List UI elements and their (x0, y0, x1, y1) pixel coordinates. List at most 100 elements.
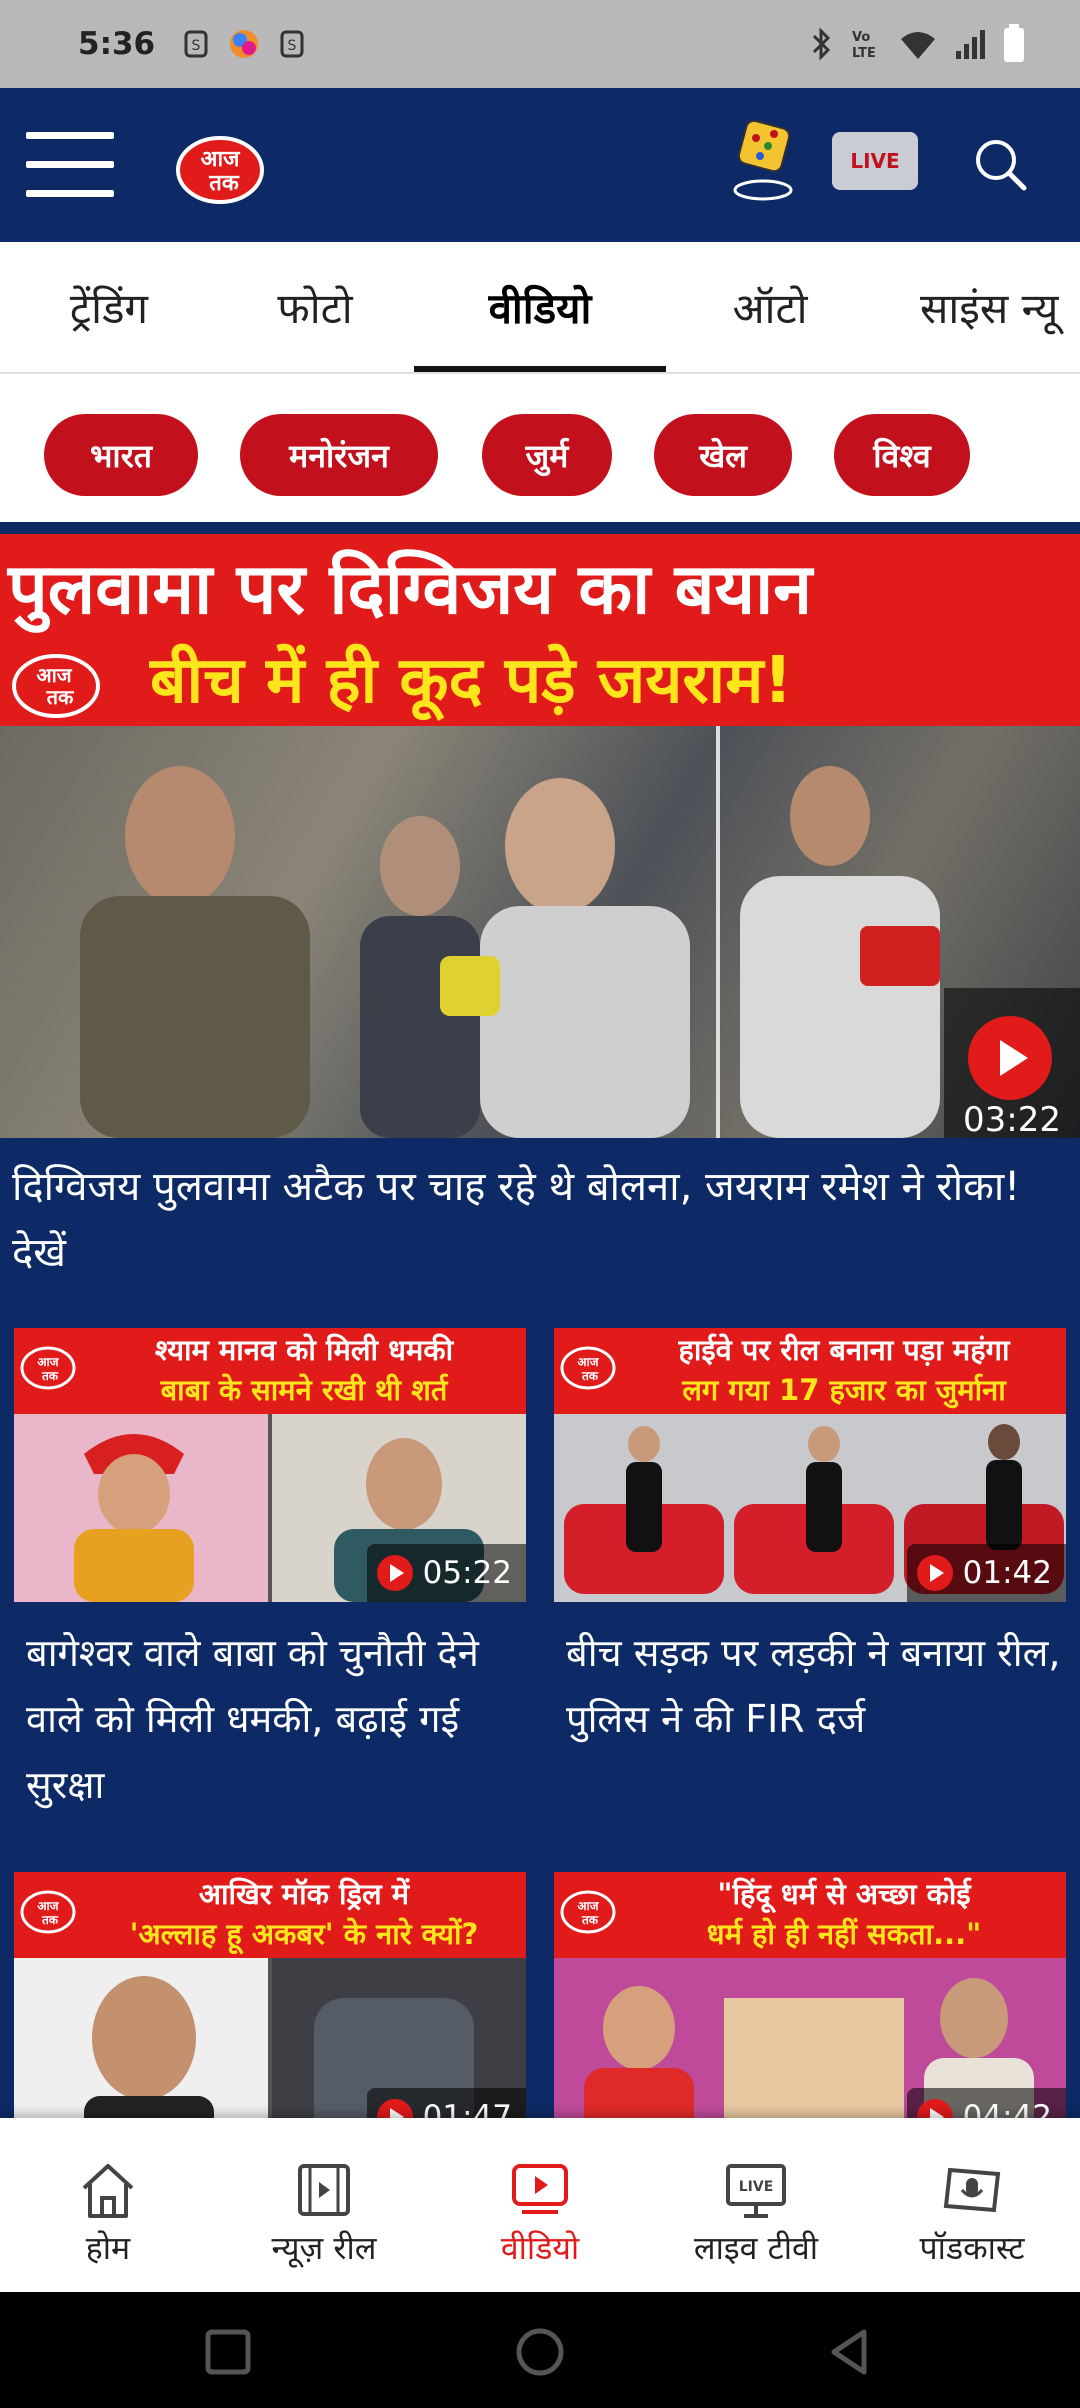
chip-khel[interactable]: खेल (654, 414, 792, 496)
video-thumbnail[interactable]: आज तक आखिर मॉक ड्रिल में 'अल्लाह हू अकबर'… (14, 1872, 526, 2118)
svg-text:आज: आज (37, 1355, 59, 1369)
tab-science-news[interactable]: साइंस न्यू (920, 242, 1080, 372)
nav-news-reel[interactable]: न्यूज़ रील (216, 2118, 432, 2292)
nav-video[interactable]: वीडियो (432, 2118, 648, 2292)
bottom-navigation: होम न्यूज़ रील वीडियो LIVE लाइव टीवी पॉड… (0, 2118, 1080, 2292)
svg-text:तक: तक (46, 685, 75, 709)
tab-video[interactable]: वीडियो (414, 242, 666, 372)
hero-banner: पुलवामा पर दिग्विजय का बयान आज तक बीच मे… (0, 534, 1080, 726)
duration-badge: 01:42 (906, 1544, 1066, 1602)
bluetooth-icon (812, 27, 831, 61)
chip-jurm[interactable]: जुर्म (482, 414, 612, 496)
volte-icon: VoLTE (852, 30, 876, 61)
play-icon (916, 1555, 953, 1591)
nav-home[interactable]: होम (0, 2118, 216, 2292)
svg-text:तक: तक (581, 1913, 599, 1927)
card-banner-line1: आखिर मॉक ड्रिल में (198, 1877, 410, 1911)
card-banner-line1: "हिंदू धर्म से अच्छा कोई (717, 1877, 971, 1911)
hero-duration: 03:22 (963, 1100, 1061, 1138)
aajtak-logo: आजतक (20, 1346, 76, 1390)
app-notification-icon (230, 30, 259, 58)
tab-photo[interactable]: फोटो (240, 242, 390, 372)
live-tv-button[interactable]: LIVE (832, 132, 918, 190)
svg-text:तक: तक (581, 1369, 599, 1383)
app-header: आज तक LIVE (0, 88, 1080, 242)
play-icon (968, 1016, 1052, 1100)
svg-text:S: S (192, 38, 201, 54)
card-banner-line2: 'अल्लाह हू अकबर' के नारे क्यों? (129, 1917, 479, 1951)
chip-bharat[interactable]: भारत (44, 414, 198, 496)
search-icon[interactable] (970, 134, 1030, 194)
chip-vishv[interactable]: विश्व (834, 414, 970, 496)
subcategory-chips: भारत मनोरंजन जुर्म खेल विश्व (0, 374, 1080, 522)
video-title[interactable]: बागेश्वर वाले बाबा को चुनौती देने वाले क… (26, 1620, 526, 1818)
svg-text:S: S (288, 38, 297, 54)
svg-text:तक: तक (41, 1369, 59, 1383)
video-title[interactable]: बीच सड़क पर लड़की ने बनाया रील, पुलिस ने… (566, 1620, 1066, 1752)
category-tabs: ट्रेंडिंग फोटो वीडियो ऑटो साइंस न्यू (0, 242, 1080, 374)
nav-podcast[interactable]: पॉडकास्ट (864, 2118, 1080, 2292)
duration-badge: 04:42 (906, 2088, 1066, 2118)
svg-text:LTE: LTE (852, 46, 876, 61)
sim-icon: S (184, 30, 208, 58)
card-banner-line1: हाईवे पर रील बनाना पड़ा महंगा (678, 1333, 1010, 1367)
duration-badge: 05:22 (366, 1544, 526, 1602)
active-tab-indicator (414, 366, 666, 372)
svg-text:LIVE: LIVE (739, 2179, 774, 2195)
card-banner-line2: लग गया 17 हजार का जुर्माना (682, 1373, 1006, 1407)
svg-text:आज: आज (201, 147, 241, 172)
back-button[interactable] (822, 2324, 878, 2380)
tab-trending[interactable]: ट्रेंडिंग (14, 242, 204, 372)
svg-text:तक: तक (41, 1913, 59, 1927)
card-banner-line2: बाबा के सामने रखी थी शर्त (160, 1373, 448, 1407)
svg-text:आज: आज (577, 1355, 599, 1369)
video-icon (512, 2164, 568, 2214)
hero-banner-line1: पुलवामा पर दिग्विजय का बयान (8, 548, 813, 630)
video-feed: पुलवामा पर दिग्विजय का बयान आज तक बीच मे… (0, 522, 1080, 2118)
play-icon (376, 2099, 413, 2118)
hero-title[interactable]: दिग्विजय पुलवामा अटैक पर चाह रहे थे बोलन… (12, 1154, 1068, 1286)
hero-play-overlay[interactable]: 03:22 (944, 988, 1080, 1138)
nav-live-tv[interactable]: LIVE लाइव टीवी (648, 2118, 864, 2292)
play-icon (376, 1555, 413, 1591)
play-icon (916, 2099, 953, 2118)
home-icon (82, 2164, 134, 2218)
nav-podcast-label: पॉडकास्ट (919, 2229, 1025, 2267)
aajtak-logo: आजतक (560, 1346, 616, 1390)
home-button[interactable] (512, 2324, 568, 2380)
nav-video-label: वीडियो (500, 2229, 580, 2267)
video-thumbnail[interactable]: आज तक श्याम मानव को मिली धमकी बाबा के साम… (14, 1328, 526, 1602)
wifi-icon (901, 32, 935, 59)
nav-live-tv-label: लाइव टीवी (693, 2229, 819, 2267)
video-thumbnail[interactable]: आज तक "हिंदू धर्म से अच्छा कोई धर्म हो ही… (554, 1872, 1066, 2118)
svg-text:Vo: Vo (852, 30, 870, 45)
chip-manoranjan[interactable]: मनोरंजन (240, 414, 438, 496)
aajtak-logo: आजतक (20, 1890, 76, 1934)
live-tv-icon: LIVE (726, 2164, 786, 2218)
hero-thumbnail[interactable]: 03:22 (0, 726, 1080, 1138)
hero-banner-line2: बीच में ही कूद पड़े जयराम! (150, 644, 793, 718)
aajtak-logo[interactable]: आज तक (170, 120, 270, 208)
status-bar: 5:36 S S Vo LTE (0, 0, 1080, 88)
svg-text:आज: आज (36, 663, 72, 687)
recent-apps-button[interactable] (200, 2324, 256, 2380)
card-banner-line2: धर्म हो ही नहीं सकता..." (706, 1917, 982, 1951)
svg-text:आज: आज (577, 1899, 599, 1913)
nav-news-reel-label: न्यूज़ रील (271, 2229, 377, 2267)
aajtak-logo: आजतक (560, 1890, 616, 1934)
tab-auto[interactable]: ऑटो (700, 242, 840, 372)
games-dice-icon[interactable] (728, 118, 798, 208)
battery-icon (1004, 24, 1024, 62)
aajtak-logo: आज तक (12, 654, 100, 718)
svg-text:आज: आज (37, 1899, 59, 1913)
status-time: 5:36 (78, 26, 156, 62)
menu-button[interactable] (26, 132, 114, 198)
reel-icon (298, 2164, 350, 2216)
duration-badge: 01:47 (366, 2088, 526, 2118)
svg-text:तक: तक (208, 171, 240, 196)
signal-icon (956, 30, 985, 59)
video-thumbnail[interactable]: आज तक हाईवे पर रील बनाना पड़ा महंगा लग गय… (554, 1328, 1066, 1602)
system-navigation-bar (0, 2292, 1080, 2408)
card-banner-line1: श्याम मानव को मिली धमकी (154, 1333, 454, 1367)
podcast-icon (943, 2167, 1001, 2213)
